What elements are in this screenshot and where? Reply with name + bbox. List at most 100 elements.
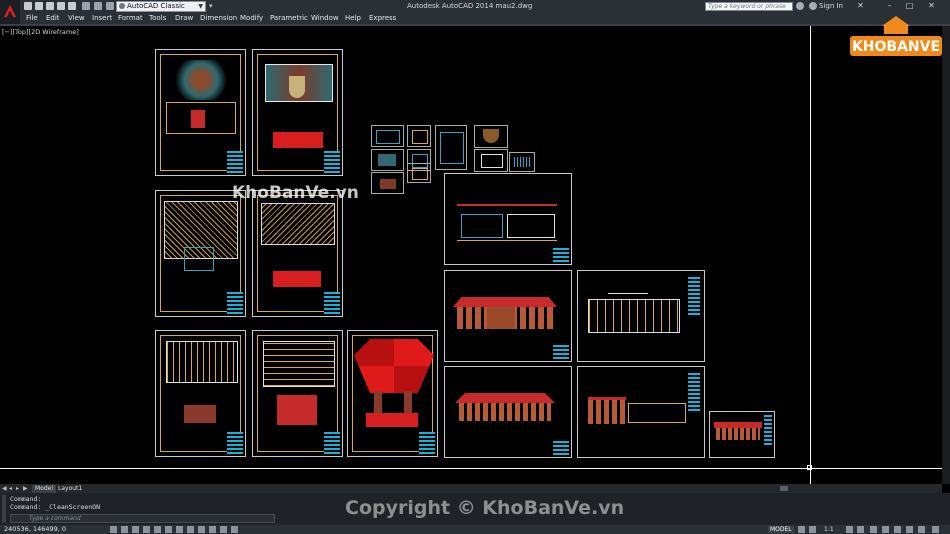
- detail-sheet: [407, 163, 431, 183]
- snap-mode-icon[interactable]: [121, 526, 128, 533]
- detail-sheet: [371, 125, 404, 147]
- hardware-acceleration-icon[interactable]: [894, 526, 901, 533]
- polar-tracking-icon[interactable]: [154, 526, 161, 533]
- menu-edit[interactable]: Edit: [46, 13, 60, 24]
- command-close-icon[interactable]: [12, 516, 17, 521]
- search-icon[interactable]: [796, 2, 804, 10]
- prev-tab-arrow-icon[interactable]: ◂: [9, 485, 15, 492]
- dynamic-input-icon[interactable]: [209, 526, 216, 533]
- object-snap-tracking-icon[interactable]: [187, 526, 194, 533]
- detail-sheet: [371, 172, 404, 194]
- cursor-pickbox: [807, 465, 812, 470]
- tab-model[interactable]: Model: [32, 485, 57, 493]
- menu-view[interactable]: View: [68, 13, 85, 24]
- redo-icon[interactable]: [94, 2, 102, 10]
- exchange-icon[interactable]: ✕: [855, 1, 866, 11]
- vertical-scrollbar[interactable]: [942, 26, 950, 484]
- workspace-label: AutoCAD Classic: [127, 2, 185, 10]
- lineweight-icon[interactable]: [220, 526, 227, 533]
- first-tab-arrow-icon[interactable]: ◀: [2, 485, 8, 492]
- grid-display-icon[interactable]: [132, 526, 139, 533]
- command-input[interactable]: Type a command: [10, 514, 275, 523]
- minimize-button[interactable]: –: [884, 1, 895, 11]
- watermark-text: KhoBanVe.vn: [232, 183, 359, 203]
- copyright-watermark: Copyright © KhoBanVe.vn: [345, 497, 625, 519]
- isolate-objects-icon[interactable]: [906, 526, 913, 533]
- save-as-icon[interactable]: [57, 2, 65, 10]
- maximize-button[interactable]: □: [904, 1, 915, 11]
- detail-sheet: [474, 149, 508, 172]
- lock-icon[interactable]: [882, 526, 889, 533]
- plot-icon[interactable]: [68, 2, 76, 10]
- khobanve-logo: KHOBANVE: [850, 14, 942, 58]
- elevation-sheet: [709, 411, 775, 458]
- next-tab-arrow-icon[interactable]: ▸: [16, 485, 22, 492]
- 3d-object-snap-icon[interactable]: [176, 526, 183, 533]
- floor-plan-sheet: [155, 330, 246, 457]
- menu-express[interactable]: Express: [369, 13, 396, 24]
- gear-icon: [119, 3, 125, 9]
- ortho-mode-icon[interactable]: [143, 526, 150, 533]
- auto-scale-icon[interactable]: [857, 526, 864, 533]
- model-space-toggle[interactable]: MODEL: [768, 526, 794, 533]
- open-icon[interactable]: [35, 2, 43, 10]
- clean-screen-icon[interactable]: [932, 526, 939, 533]
- application-menu-button[interactable]: [0, 0, 20, 24]
- viewport-controls[interactable]: [−][Top][2D Wireframe]: [2, 28, 79, 36]
- sign-in-button[interactable]: Sign In: [819, 1, 843, 12]
- horizontal-scrollbar-thumb[interactable]: [780, 486, 788, 491]
- quick-view-drawings-icon[interactable]: [809, 526, 816, 533]
- crosshair-cursor-horizontal: [0, 468, 942, 469]
- undo-icon[interactable]: [82, 2, 90, 10]
- menu-insert[interactable]: Insert: [92, 13, 112, 24]
- floor-plan-sheet: [252, 190, 343, 317]
- workspace-dropdown[interactable]: AutoCAD Classic ▼: [116, 1, 206, 12]
- floor-plan-sheet: [155, 190, 246, 317]
- roof-plan-sheet: [347, 330, 438, 457]
- last-tab-arrow-icon[interactable]: ▶: [23, 485, 29, 492]
- autocad-logo-icon: [4, 5, 16, 17]
- workspace-switching-icon[interactable]: [870, 526, 877, 533]
- transparency-icon[interactable]: [231, 526, 238, 533]
- coordinate-readout: 240536, 146499, 0: [4, 525, 67, 533]
- object-snap-icon[interactable]: [165, 526, 172, 533]
- status-bar-menu-icon[interactable]: [918, 526, 925, 533]
- menu-help[interactable]: Help: [345, 13, 361, 24]
- detail-sheet: [435, 125, 467, 170]
- menu-tools[interactable]: Tools: [149, 13, 166, 24]
- close-button[interactable]: ✕: [926, 1, 937, 11]
- search-input[interactable]: Type a keyword or phrase: [705, 2, 793, 11]
- section-sheet: [444, 173, 572, 265]
- menu-format[interactable]: Format: [118, 13, 143, 24]
- menu-file[interactable]: File: [26, 13, 38, 24]
- floor-plan-sheet: [155, 49, 246, 176]
- command-history-line: Command:: [10, 495, 42, 503]
- annotation-scale[interactable]: 1:1: [824, 526, 834, 533]
- quick-access-more-icon[interactable]: ▾: [209, 2, 215, 10]
- workspace-settings-icon[interactable]: [106, 2, 114, 10]
- floor-plan-sheet: [252, 330, 343, 457]
- menu-dimension[interactable]: Dimension: [200, 13, 237, 24]
- elevation-sheet: [444, 366, 572, 458]
- floor-plan-sheet: [252, 49, 343, 176]
- annotation-visibility-icon[interactable]: [846, 526, 853, 533]
- menu-modify[interactable]: Modify: [240, 13, 263, 24]
- svg-text:KHOBANVE: KHOBANVE: [852, 39, 940, 55]
- tab-layout1[interactable]: Layout1: [54, 485, 85, 493]
- infer-constraints-icon[interactable]: [110, 526, 117, 533]
- save-icon[interactable]: [46, 2, 54, 10]
- detail-sheet: [407, 125, 431, 147]
- detail-sheet: [509, 152, 535, 172]
- quick-view-layouts-icon[interactable]: [798, 526, 805, 533]
- detail-sheet: [371, 149, 404, 171]
- elevation-sheet: [444, 270, 572, 362]
- new-icon[interactable]: [24, 2, 32, 10]
- dynamic-ucs-icon[interactable]: [198, 526, 205, 533]
- elevation-sheet: [577, 366, 705, 458]
- menu-window[interactable]: Window: [311, 13, 339, 24]
- command-window-grip[interactable]: [2, 495, 6, 523]
- menu-draw[interactable]: Draw: [175, 13, 193, 24]
- menu-parametric[interactable]: Parametric: [270, 13, 308, 24]
- layout-tabs-bar: [0, 484, 942, 493]
- user-icon[interactable]: [809, 2, 817, 10]
